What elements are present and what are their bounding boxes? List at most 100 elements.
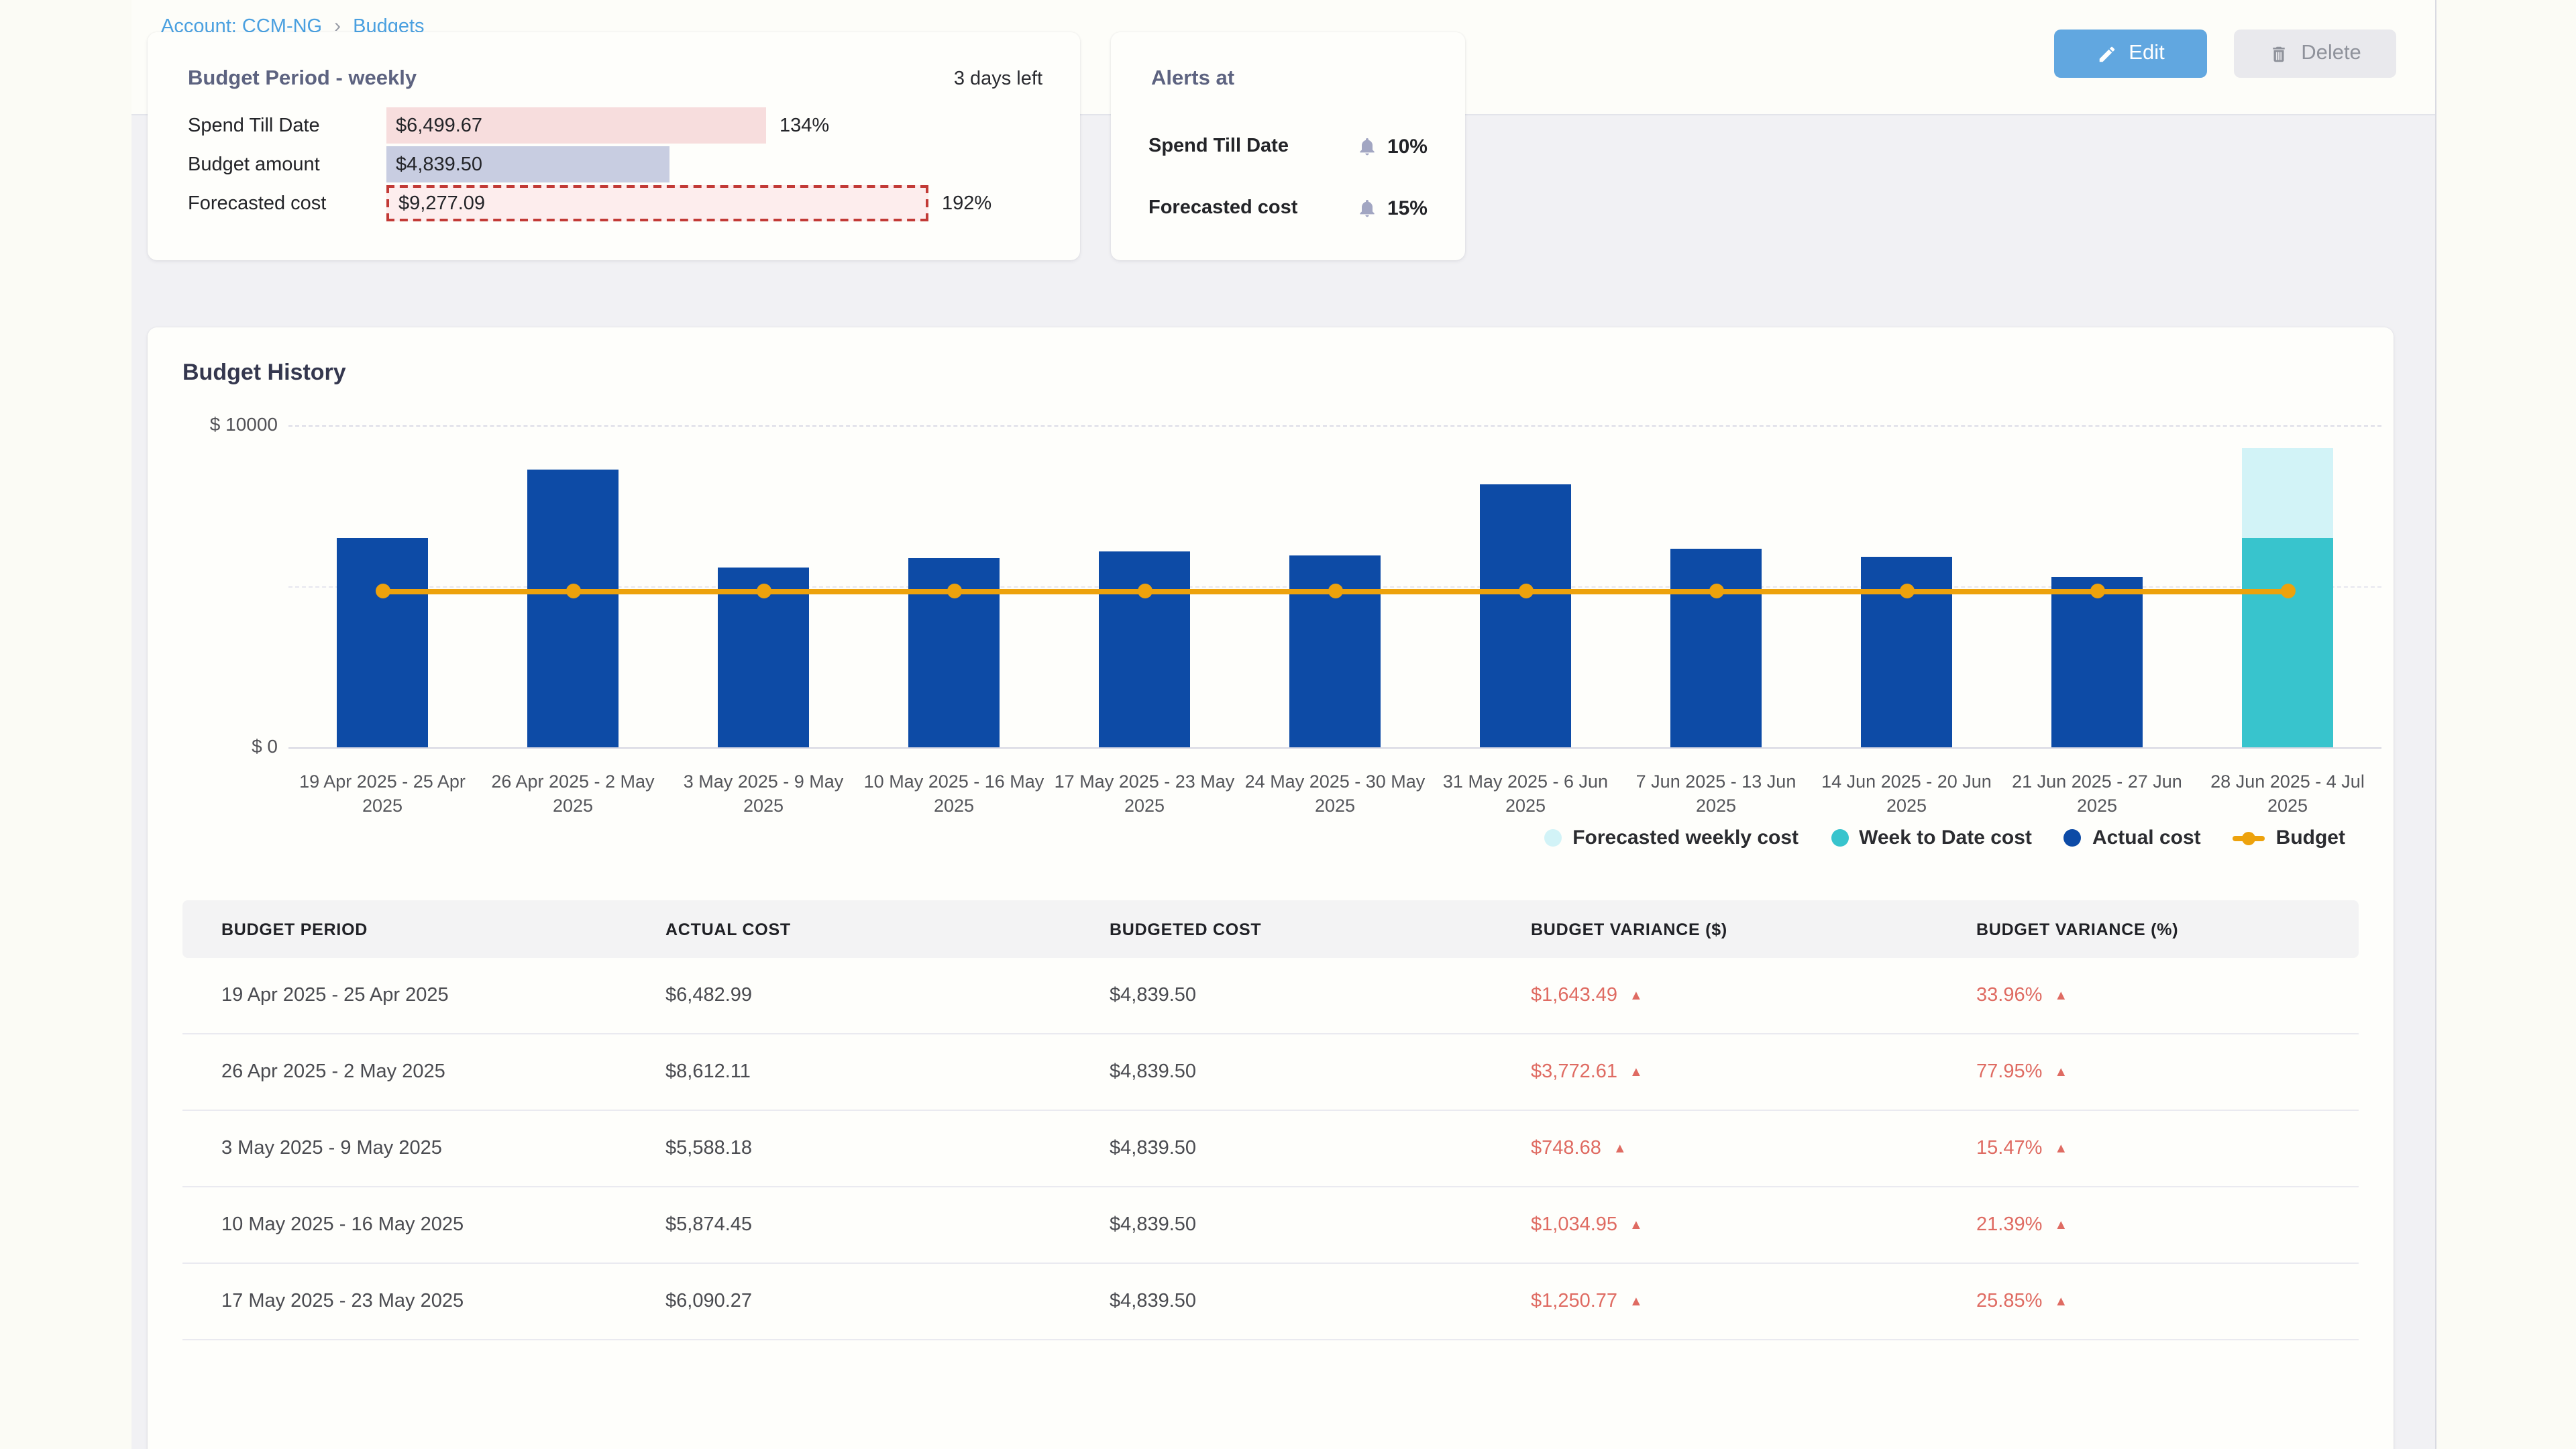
table-row: 26 Apr 2025 - 2 May 2025$8,612.11$4,839.… [182, 1034, 2359, 1111]
table-header-cell: BUDGET VARIANCE ($) [1531, 920, 1976, 938]
table-body: 19 Apr 2025 - 25 Apr 2025$6,482.99$4,839… [182, 958, 2359, 1340]
alert-row-forecast: Forecasted cost 15% [1148, 191, 1428, 225]
spend-percent-label: 134% [780, 115, 829, 136]
x-axis-line [288, 747, 2381, 749]
alert-row-spend: Spend Till Date 10% [1148, 129, 1428, 164]
x-axis-label: 26 Apr 2025 - 2 May 2025 [478, 770, 668, 817]
budget-history-card: Budget History $ 10000 $ 0 19 Apr 2025 -… [148, 327, 2394, 1449]
chart-bar-forecast [2242, 449, 2333, 538]
legend-dot-icon [1544, 829, 1562, 847]
bell-icon [1356, 197, 1378, 219]
alert-threshold: 10% [1387, 135, 1428, 158]
forecast-percent-label: 192% [942, 193, 991, 214]
cell-variance-usd: $748.68▲ [1531, 1138, 1976, 1159]
cell-actual-cost: $5,874.45 [665, 1214, 1110, 1236]
x-axis-label: 3 May 2025 - 9 May 2025 [668, 770, 859, 817]
x-axis-label: 14 Jun 2025 - 20 Jun 2025 [1811, 770, 2002, 817]
cell-actual-cost: $8,612.11 [665, 1061, 1110, 1083]
legend-line-icon [2233, 829, 2265, 847]
x-axis-label: 21 Jun 2025 - 27 Jun 2025 [2002, 770, 2192, 817]
budget-history-title: Budget History [182, 360, 346, 386]
cell-variance-usd: $1,643.49▲ [1531, 985, 1976, 1006]
cell-budgeted-cost: $4,839.50 [1110, 1291, 1531, 1312]
cell-actual-cost: $6,482.99 [665, 985, 1110, 1006]
budget-amount-bar: $4,839.50 [386, 146, 669, 182]
forecasted-cost-row: Forecasted cost $9,277.09 192% [188, 185, 1053, 221]
x-axis-label: 24 May 2025 - 30 May 2025 [1240, 770, 1430, 817]
variance-up-icon: ▲ [1629, 989, 1643, 1004]
chart-bar-week-to-date [2242, 538, 2333, 747]
forecasted-cost-bar: $9,277.09 [386, 185, 928, 221]
variance-up-icon: ▲ [1629, 1295, 1643, 1309]
budget-period-card: Budget Period - weekly 3 days left Spend… [148, 32, 1080, 260]
cell-budget-period: 26 Apr 2025 - 2 May 2025 [182, 1061, 665, 1083]
cell-variance-usd: $1,034.95▲ [1531, 1214, 1976, 1236]
table-row: 10 May 2025 - 16 May 2025$5,874.45$4,839… [182, 1187, 2359, 1264]
legend-item[interactable]: Actual cost [2064, 826, 2201, 849]
edit-button[interactable]: Edit [2054, 30, 2207, 78]
cell-variance-pct: 33.96%▲ [1976, 985, 2359, 1006]
variance-up-icon: ▲ [2054, 1065, 2068, 1080]
table-row: 17 May 2025 - 23 May 2025$6,090.27$4,839… [182, 1264, 2359, 1340]
variance-up-icon: ▲ [2054, 1295, 2068, 1309]
cell-budget-period: 17 May 2025 - 23 May 2025 [182, 1291, 665, 1312]
table-row: 19 Apr 2025 - 25 Apr 2025$6,482.99$4,839… [182, 958, 2359, 1034]
cell-variance-usd: $1,250.77▲ [1531, 1291, 1976, 1312]
chart-bar-actual [337, 539, 428, 747]
cell-variance-pct: 77.95%▲ [1976, 1061, 2359, 1083]
cell-budgeted-cost: $4,839.50 [1110, 1138, 1531, 1159]
spend-till-date-bar: $6,499.67 [386, 107, 766, 144]
cell-variance-pct: 15.47%▲ [1976, 1138, 2359, 1159]
days-left-label: 3 days left [954, 68, 1042, 90]
alert-threshold: 15% [1387, 197, 1428, 219]
cell-variance-pct: 21.39%▲ [1976, 1214, 2359, 1236]
legend-label: Actual cost [2092, 826, 2201, 849]
cell-budget-period: 10 May 2025 - 16 May 2025 [182, 1214, 665, 1236]
cell-actual-cost: $5,588.18 [665, 1138, 1110, 1159]
variance-up-icon: ▲ [2054, 1142, 2068, 1157]
budget-period-card-title: Budget Period - weekly [188, 67, 417, 91]
x-axis-labels: 19 Apr 2025 - 25 Apr 202526 Apr 2025 - 2… [288, 770, 2381, 824]
table-header-cell: BUDGET PERIOD [182, 920, 665, 938]
delete-button[interactable]: Delete [2234, 30, 2396, 78]
y-axis-tick-0: $ 0 [170, 735, 278, 757]
variance-up-icon: ▲ [2054, 1218, 2068, 1233]
budget-detail-page: Account: CCM-NG › Budgets test-weekly on… [0, 0, 2576, 1449]
chart-plot [288, 425, 2381, 747]
x-axis-label: 10 May 2025 - 16 May 2025 [859, 770, 1049, 817]
legend-dot-icon [1831, 829, 1848, 847]
table-row: 3 May 2025 - 9 May 2025$5,588.18$4,839.5… [182, 1111, 2359, 1187]
budget-meters: Spend Till Date $6,499.67 134% Budget am… [188, 107, 1053, 224]
cell-budgeted-cost: $4,839.50 [1110, 1214, 1531, 1236]
content-panel: Account: CCM-NG › Budgets test-weekly on… [131, 0, 2436, 1449]
cell-budgeted-cost: $4,839.50 [1110, 1061, 1531, 1083]
legend-item[interactable]: Forecasted weekly cost [1544, 826, 1799, 849]
budget-amount-row: Budget amount $4,839.50 [188, 146, 1053, 182]
cell-actual-cost: $6,090.27 [665, 1291, 1110, 1312]
chart-bar-actual [1670, 549, 1762, 747]
spend-till-date-row: Spend Till Date $6,499.67 134% [188, 107, 1053, 144]
variance-up-icon: ▲ [1629, 1218, 1643, 1233]
chart-bar-actual [1099, 551, 1190, 747]
legend-item[interactable]: Week to Date cost [1831, 826, 2032, 849]
x-axis-label: 19 Apr 2025 - 25 Apr 2025 [287, 770, 478, 817]
gridline-10000 [288, 425, 2381, 427]
legend-dot-icon [2064, 829, 2082, 847]
variance-up-icon: ▲ [1629, 1065, 1643, 1080]
chart-bar-actual [527, 470, 619, 747]
alerts-card: Alerts at Spend Till Date 10% Forecasted… [1111, 32, 1465, 260]
header-buttons: Edit Delete [2054, 30, 2396, 78]
table-header-cell: ACTUAL COST [665, 920, 1110, 938]
legend-label: Budget [2276, 826, 2345, 849]
legend-label: Forecasted weekly cost [1572, 826, 1799, 849]
y-axis-tick-10000: $ 10000 [170, 413, 278, 435]
cell-variance-pct: 25.85%▲ [1976, 1291, 2359, 1312]
chart-legend: Forecasted weekly cost Week to Date cost A… [182, 826, 2345, 849]
trash-icon [2269, 44, 2289, 64]
table-header-row: BUDGET PERIODACTUAL COSTBUDGETED COSTBUD… [182, 900, 2359, 958]
cell-budget-period: 3 May 2025 - 9 May 2025 [182, 1138, 665, 1159]
legend-item[interactable]: Budget [2233, 826, 2345, 849]
cell-budgeted-cost: $4,839.50 [1110, 985, 1531, 1006]
variance-up-icon: ▲ [1613, 1142, 1627, 1157]
x-axis-label: 31 May 2025 - 6 Jun 2025 [1430, 770, 1621, 817]
